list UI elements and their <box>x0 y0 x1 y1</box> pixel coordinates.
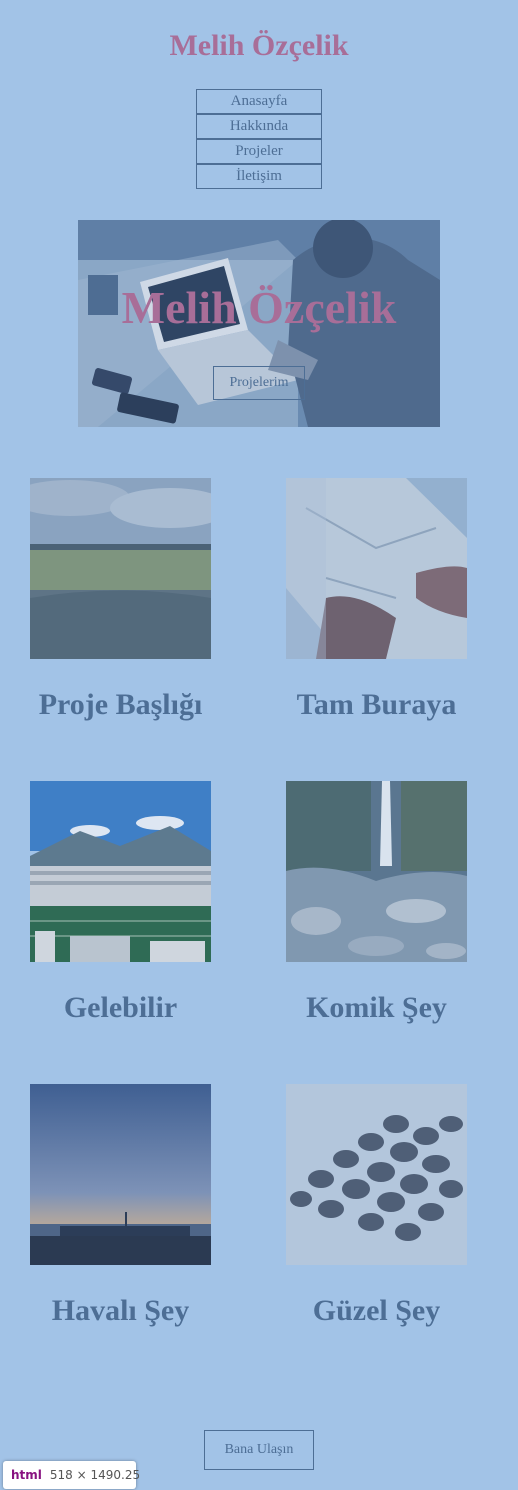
nav-item-home[interactable]: Anasayfa <box>196 89 322 114</box>
nav-item-about[interactable]: Hakkında <box>196 114 322 139</box>
map-in-hands-photo <box>286 478 467 659</box>
project-card[interactable]: Güzel Şey <box>286 1084 467 1327</box>
project-card[interactable]: Proje Başlığı <box>30 478 211 721</box>
projects-button[interactable]: Projelerim <box>213 366 305 400</box>
devtools-tag: html <box>11 1468 42 1482</box>
contact-button[interactable]: Bana Ulaşın <box>204 1430 314 1470</box>
hero-title: Melih Özçelik <box>121 282 397 333</box>
devtools-size-badge: html 518 × 1490.25 <box>3 1461 140 1489</box>
stadium-photo <box>30 781 211 962</box>
project-card[interactable]: Havalı Şey <box>30 1084 211 1327</box>
devtools-size: 518 × 1490.25 <box>49 1468 141 1482</box>
pier-sunset-photo <box>30 1084 211 1265</box>
nav-item-projects[interactable]: Projeler <box>196 139 322 164</box>
wheat-field-photo <box>30 478 211 659</box>
project-title: Havalı Şey <box>51 1294 190 1327</box>
project-title: Komik Şey <box>306 991 447 1024</box>
project-title: Proje Başlığı <box>38 688 203 721</box>
project-card[interactable]: Tam Buraya <box>286 478 467 721</box>
site-title: Melih Özçelik <box>169 29 349 62</box>
project-card[interactable]: Gelebilir <box>30 781 211 1024</box>
project-title: Gelebilir <box>63 991 178 1024</box>
project-title: Tam Buraya <box>296 688 457 721</box>
main-nav: Anasayfa Hakkında Projeler İletişim <box>196 89 322 189</box>
waterfall-photo <box>286 781 467 962</box>
coffee-beans-photo <box>286 1084 467 1265</box>
nav-item-contact[interactable]: İletişim <box>196 164 322 189</box>
project-title: Güzel Şey <box>312 1294 441 1327</box>
project-card[interactable]: Komik Şey <box>286 781 467 1024</box>
